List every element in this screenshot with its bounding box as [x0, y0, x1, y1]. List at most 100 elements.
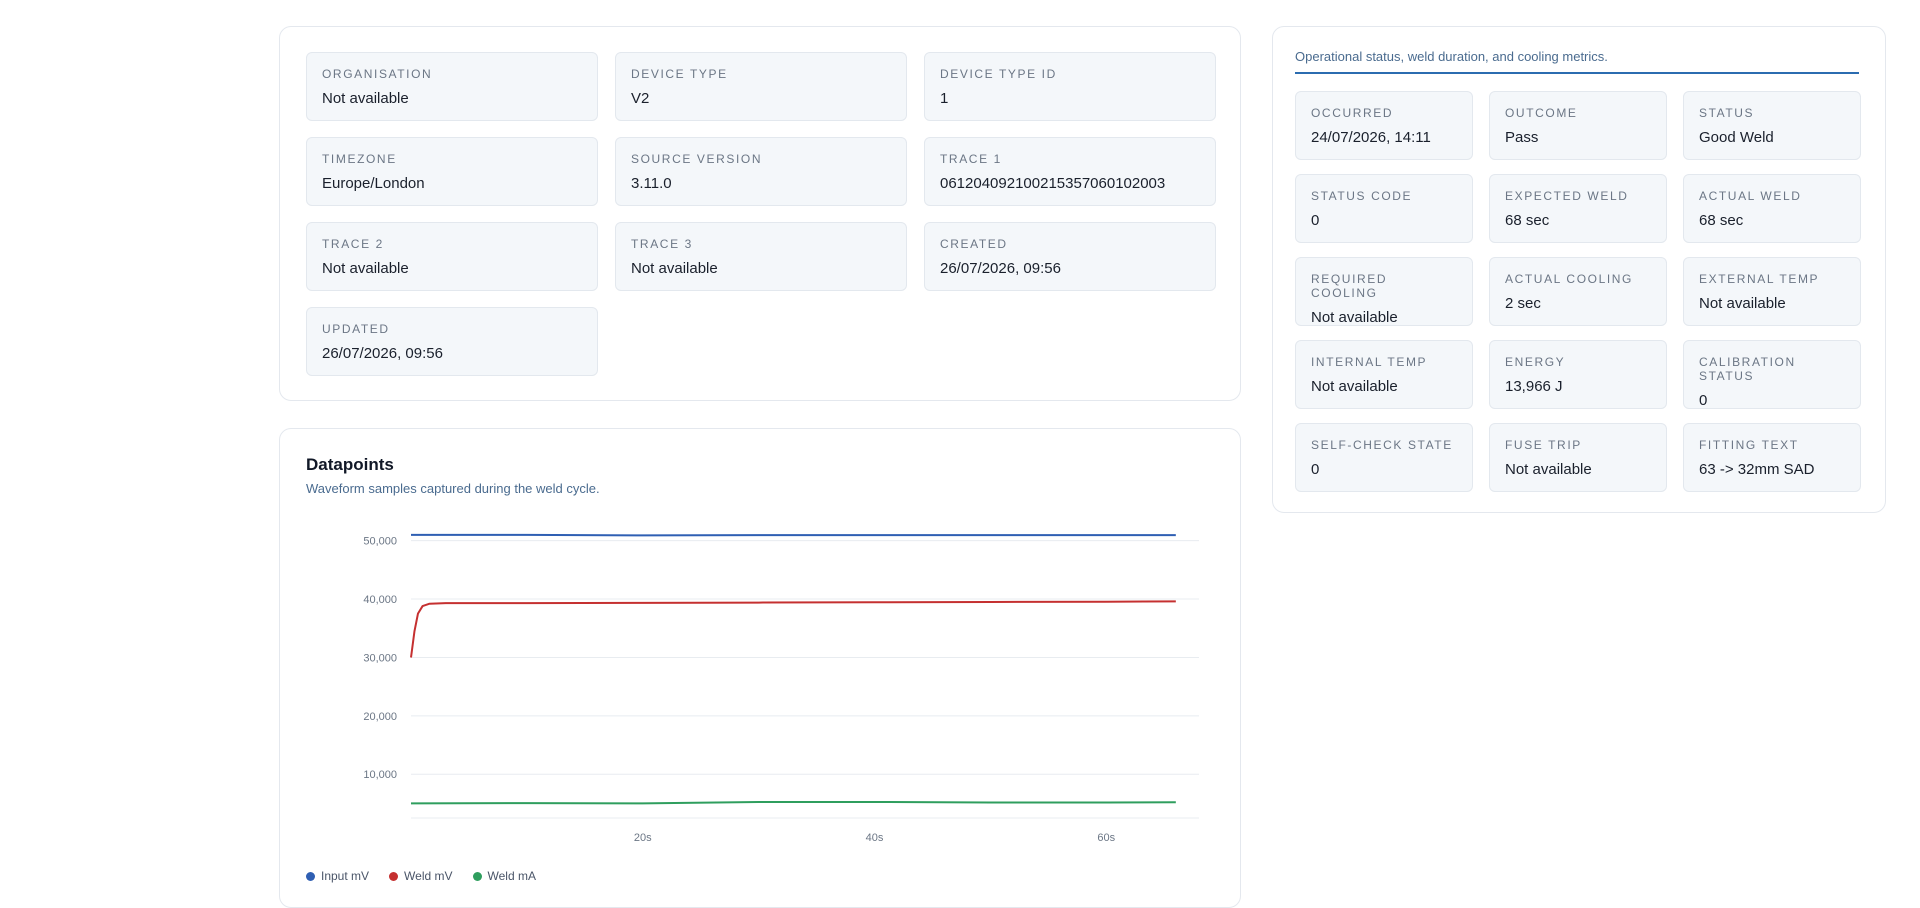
legend-item-input-mv[interactable]: Input mV: [306, 869, 369, 883]
field-value: 24/07/2026, 14:11: [1311, 129, 1431, 146]
legend-dot-icon: [472, 871, 482, 881]
status-underline: [1295, 72, 1859, 74]
legend-label: Input mV: [321, 869, 370, 883]
field-label: CREATED: [940, 237, 1008, 251]
waveform-chart[interactable]: 10,000 20,000 30,000 40,000 50,000 20s 40s 60s: [280, 429, 1240, 869]
field-value: 1: [940, 90, 949, 107]
field-value: Not available: [322, 260, 409, 277]
y-tick-label: 30,000: [363, 652, 397, 664]
field-label: OCCURRED: [1311, 106, 1394, 120]
device-details-card: ORGANISATION Not available DEVICE TYPE V2 DE…: [279, 26, 1241, 401]
field-value: 0: [1311, 461, 1320, 478]
field-value: 68 sec: [1505, 212, 1550, 229]
field-energy: ENERGY 13,966 J: [1489, 340, 1667, 409]
field-organisation: ORGANISATION Not available: [306, 52, 598, 121]
field-value: 3.11.0: [631, 175, 672, 192]
field-value: Not available: [1311, 309, 1398, 326]
y-tick-label: 50,000: [363, 536, 397, 548]
field-outcome: OUTCOME Pass: [1489, 91, 1667, 160]
field-label: FUSE TRIP: [1505, 438, 1582, 452]
field-label: REQUIRED COOLING: [1311, 272, 1388, 300]
x-tick-label: 20s: [634, 832, 652, 844]
field-label: ENERGY: [1505, 355, 1566, 369]
field-device-type-id: DEVICE TYPE ID 1: [924, 52, 1216, 121]
field-label: TRACE 3: [631, 237, 693, 251]
status-subtitle: Operational status, weld duration, and c…: [1295, 49, 1608, 64]
field-label: DEVICE TYPE: [631, 67, 728, 81]
field-label: CALIBRATION STATUS: [1699, 355, 1796, 383]
field-trace-2: TRACE 2 Not available: [306, 222, 598, 291]
field-label: EXTERNAL TEMP: [1699, 272, 1820, 286]
field-value: Not available: [1505, 461, 1592, 478]
field-created: CREATED 26/07/2026, 09:56: [924, 222, 1216, 291]
field-label: SELF-CHECK STATE: [1311, 438, 1453, 452]
legend-item-weld-mv[interactable]: Weld mV: [389, 869, 453, 883]
series-line-input-mv[interactable]: [411, 533, 1176, 537]
legend-label: Weld mA: [487, 869, 536, 883]
field-status: STATUS Good Weld: [1683, 91, 1861, 160]
field-label: TIMEZONE: [322, 152, 397, 166]
field-label: FITTING TEXT: [1699, 438, 1799, 452]
field-status-code: STATUS CODE 0: [1295, 174, 1473, 243]
field-value: 63 -> 32mm SAD: [1699, 461, 1815, 478]
field-value: Not available: [322, 90, 409, 107]
field-value: Europe/London: [322, 175, 425, 192]
field-expected-weld: EXPECTED WELD 68 sec: [1489, 174, 1667, 243]
x-tick-label: 60s: [1097, 832, 1115, 844]
field-label: SOURCE VERSION: [631, 152, 763, 166]
field-value: 26/07/2026, 09:56: [322, 345, 443, 362]
legend-dot-icon: [306, 871, 315, 881]
field-label: INTERNAL TEMP: [1311, 355, 1428, 369]
field-fitting-text: FITTING TEXT 63 -> 32mm SAD: [1683, 423, 1861, 492]
chart-legend: Input mV Weld mV Weld mA: [306, 869, 536, 883]
field-label: STATUS: [1699, 106, 1755, 120]
field-label: ACTUAL WELD: [1699, 189, 1802, 203]
field-label: TRACE 1: [940, 152, 1002, 166]
field-source-version: SOURCE VERSION 3.11.0: [615, 137, 907, 206]
field-fuse-trip: FUSE TRIP Not available: [1489, 423, 1667, 492]
series-line-weld-ma[interactable]: [410, 800, 1176, 805]
field-label: OUTCOME: [1505, 106, 1578, 120]
field-value: 0: [1311, 212, 1320, 229]
field-label: ORGANISATION: [322, 67, 433, 81]
field-label: UPDATED: [322, 322, 390, 336]
field-occurred: OCCURRED 24/07/2026, 14:11: [1295, 91, 1473, 160]
field-actual-cooling: ACTUAL COOLING 2 sec: [1489, 257, 1667, 326]
field-value: V2: [631, 90, 650, 107]
y-tick-label: 40,000: [363, 594, 397, 606]
field-value: 26/07/2026, 09:56: [940, 260, 1061, 277]
field-value: 68 sec: [1699, 212, 1744, 229]
legend-label: Weld mV: [404, 869, 453, 883]
field-label: ACTUAL COOLING: [1505, 272, 1633, 286]
field-value: 061204092100215357060102003: [940, 175, 1166, 192]
field-value: 13,966 J: [1505, 378, 1563, 395]
weld-status-card: Operational status, weld duration, and c…: [1272, 26, 1886, 513]
field-internal-temp: INTERNAL TEMP Not available: [1295, 340, 1473, 409]
y-tick-label: 10,000: [363, 769, 397, 781]
field-self-check-state: SELF-CHECK STATE 0: [1295, 423, 1473, 492]
series-line-weld-mv[interactable]: [410, 600, 1176, 658]
field-calibration-status: CALIBRATION STATUS 0: [1683, 340, 1861, 409]
field-value: Pass: [1505, 129, 1539, 146]
y-tick-label: 20,000: [363, 711, 397, 723]
field-external-temp: EXTERNAL TEMP Not available: [1683, 257, 1861, 326]
field-value: 2 sec: [1505, 295, 1541, 312]
field-required-cooling: REQUIRED COOLING Not available: [1295, 257, 1473, 326]
legend-dot-icon: [389, 871, 399, 881]
x-tick-label: 40s: [866, 832, 884, 844]
field-value: Not available: [1699, 295, 1786, 312]
field-actual-weld: ACTUAL WELD 68 sec: [1683, 174, 1861, 243]
field-label: DEVICE TYPE ID: [940, 67, 1057, 81]
field-updated: UPDATED 26/07/2026, 09:56: [306, 307, 598, 376]
field-value: Not available: [1311, 378, 1398, 395]
legend-item-weld-ma[interactable]: Weld mA: [472, 869, 536, 883]
field-label: EXPECTED WELD: [1505, 189, 1629, 203]
field-trace-1: TRACE 1 061204092100215357060102003: [924, 137, 1216, 206]
field-value: 0: [1699, 392, 1708, 409]
field-timezone: TIMEZONE Europe/London: [306, 137, 598, 206]
field-trace-3: TRACE 3 Not available: [615, 222, 907, 291]
field-device-type: DEVICE TYPE V2: [615, 52, 907, 121]
field-label: STATUS CODE: [1311, 189, 1413, 203]
field-value: Not available: [631, 260, 718, 277]
field-value: Good Weld: [1699, 129, 1774, 146]
